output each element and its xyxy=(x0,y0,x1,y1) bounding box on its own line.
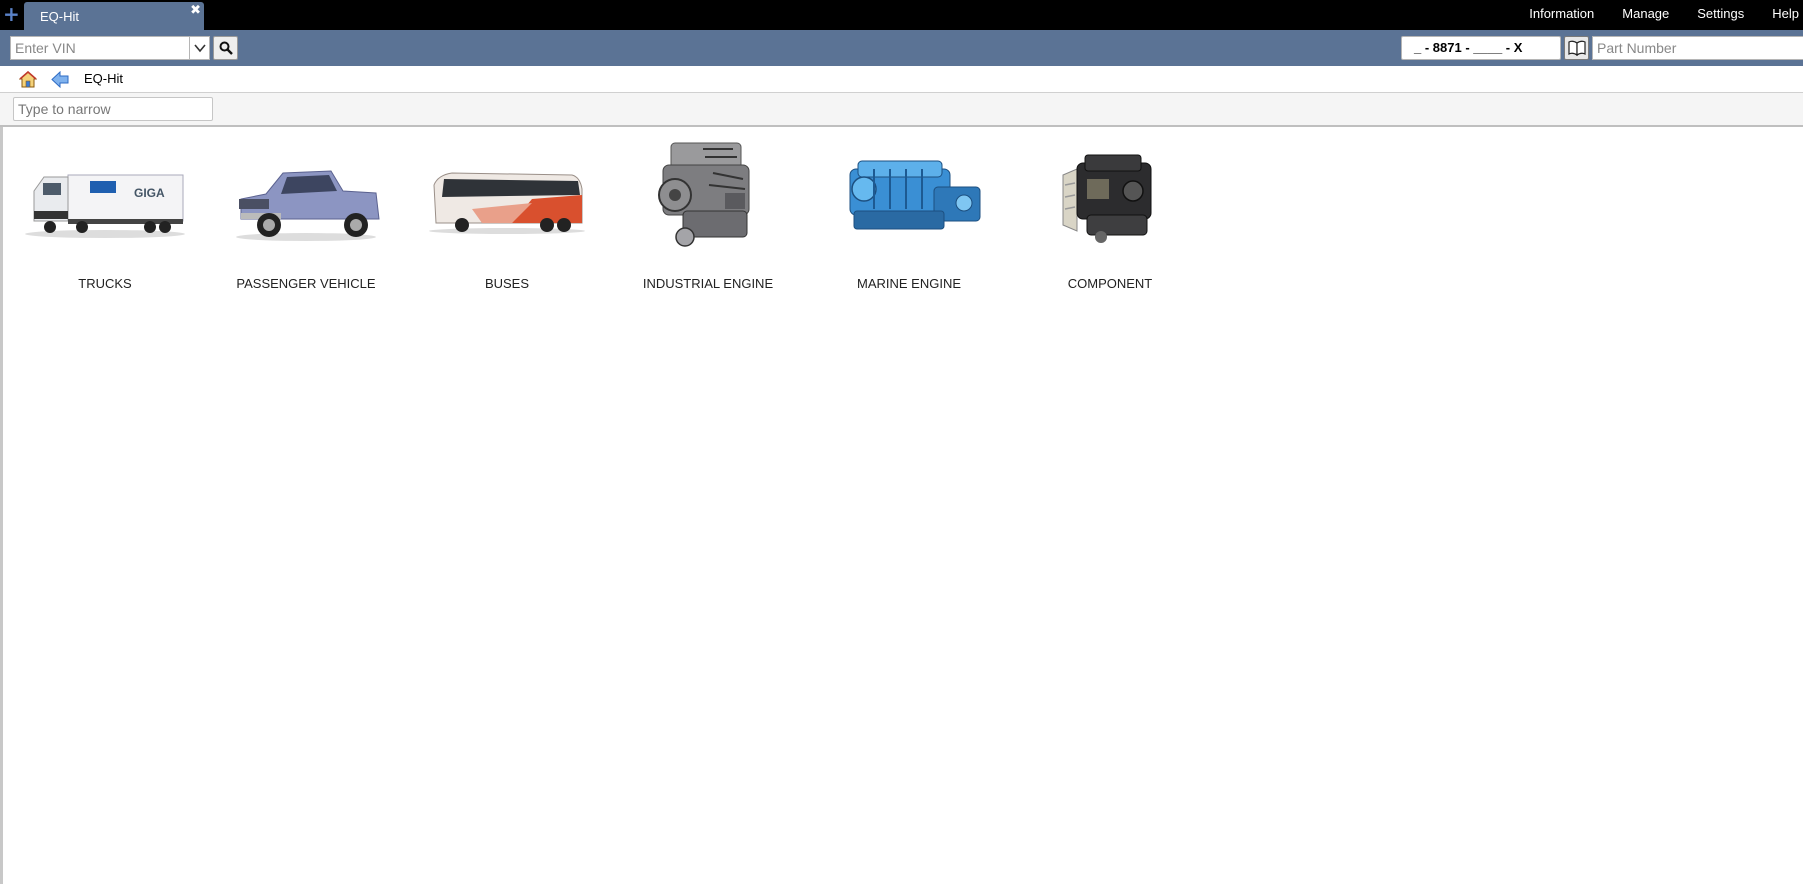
category-label: MARINE ENGINE xyxy=(856,276,961,291)
category-industrial-engine[interactable]: INDUSTRIAL ENGINE xyxy=(613,139,803,291)
component-engine-image xyxy=(1062,154,1152,243)
menu-settings[interactable]: Settings xyxy=(1683,0,1758,30)
tab-label: EQ-Hit xyxy=(40,9,79,24)
category-buses[interactable]: BUSES xyxy=(412,139,602,291)
top-menu: Information Manage Settings Help xyxy=(1515,0,1803,30)
menu-information[interactable]: Information xyxy=(1515,0,1608,30)
chevron-down-icon xyxy=(194,44,206,53)
breadcrumb: EQ-Hit xyxy=(0,66,1803,93)
catalog-book-button[interactable] xyxy=(1564,36,1589,60)
menu-manage[interactable]: Manage xyxy=(1608,0,1683,30)
search-icon xyxy=(219,41,233,55)
category-label: INDUSTRIAL ENGINE xyxy=(642,276,774,291)
narrow-filter-input[interactable] xyxy=(13,97,213,121)
category-component[interactable]: COMPONENT xyxy=(1015,139,1205,291)
category-label: TRUCKS xyxy=(78,276,132,291)
home-icon[interactable] xyxy=(19,71,37,88)
book-icon xyxy=(1568,40,1586,56)
category-grid: GIGA TRUCKS PASSENGER VEHICLE BUSES INDU… xyxy=(0,127,1803,884)
vin-dropdown-button[interactable] xyxy=(189,37,209,59)
close-tab-icon[interactable]: ✖ xyxy=(190,3,201,18)
search-toolbar: _ - 8871 - ____ - X xyxy=(0,30,1803,66)
category-passenger-vehicle[interactable]: PASSENGER VEHICLE xyxy=(211,139,401,291)
vin-combobox[interactable] xyxy=(10,36,210,60)
category-trucks[interactable]: GIGA TRUCKS xyxy=(10,139,200,291)
vin-input[interactable] xyxy=(11,37,189,59)
pickup-image xyxy=(236,170,380,241)
marine-engine-image xyxy=(849,160,981,230)
bus-image xyxy=(429,172,585,234)
category-label: COMPONENT xyxy=(1067,276,1153,291)
truck-image: GIGA xyxy=(25,174,185,238)
vin-search-button[interactable] xyxy=(213,36,238,60)
tab-eq-hit[interactable]: EQ-Hit ✖ xyxy=(24,2,204,30)
part-mask-field[interactable]: _ - 8871 - ____ - X xyxy=(1401,36,1561,60)
svg-text:GIGA: GIGA xyxy=(134,186,165,200)
menu-help[interactable]: Help xyxy=(1758,0,1803,30)
filter-bar xyxy=(0,93,1803,127)
category-label: BUSES xyxy=(484,276,530,291)
category-marine-engine[interactable]: MARINE ENGINE xyxy=(814,139,1004,291)
title-bar: + EQ-Hit ✖ Information Manage Settings H… xyxy=(0,0,1803,30)
breadcrumb-current[interactable]: EQ-Hit xyxy=(84,71,123,86)
industrial-engine-image xyxy=(658,142,750,247)
back-arrow-icon[interactable] xyxy=(51,71,69,88)
part-number-input[interactable] xyxy=(1592,36,1803,60)
new-tab-icon[interactable]: + xyxy=(3,4,20,24)
category-label: PASSENGER VEHICLE xyxy=(236,276,376,291)
